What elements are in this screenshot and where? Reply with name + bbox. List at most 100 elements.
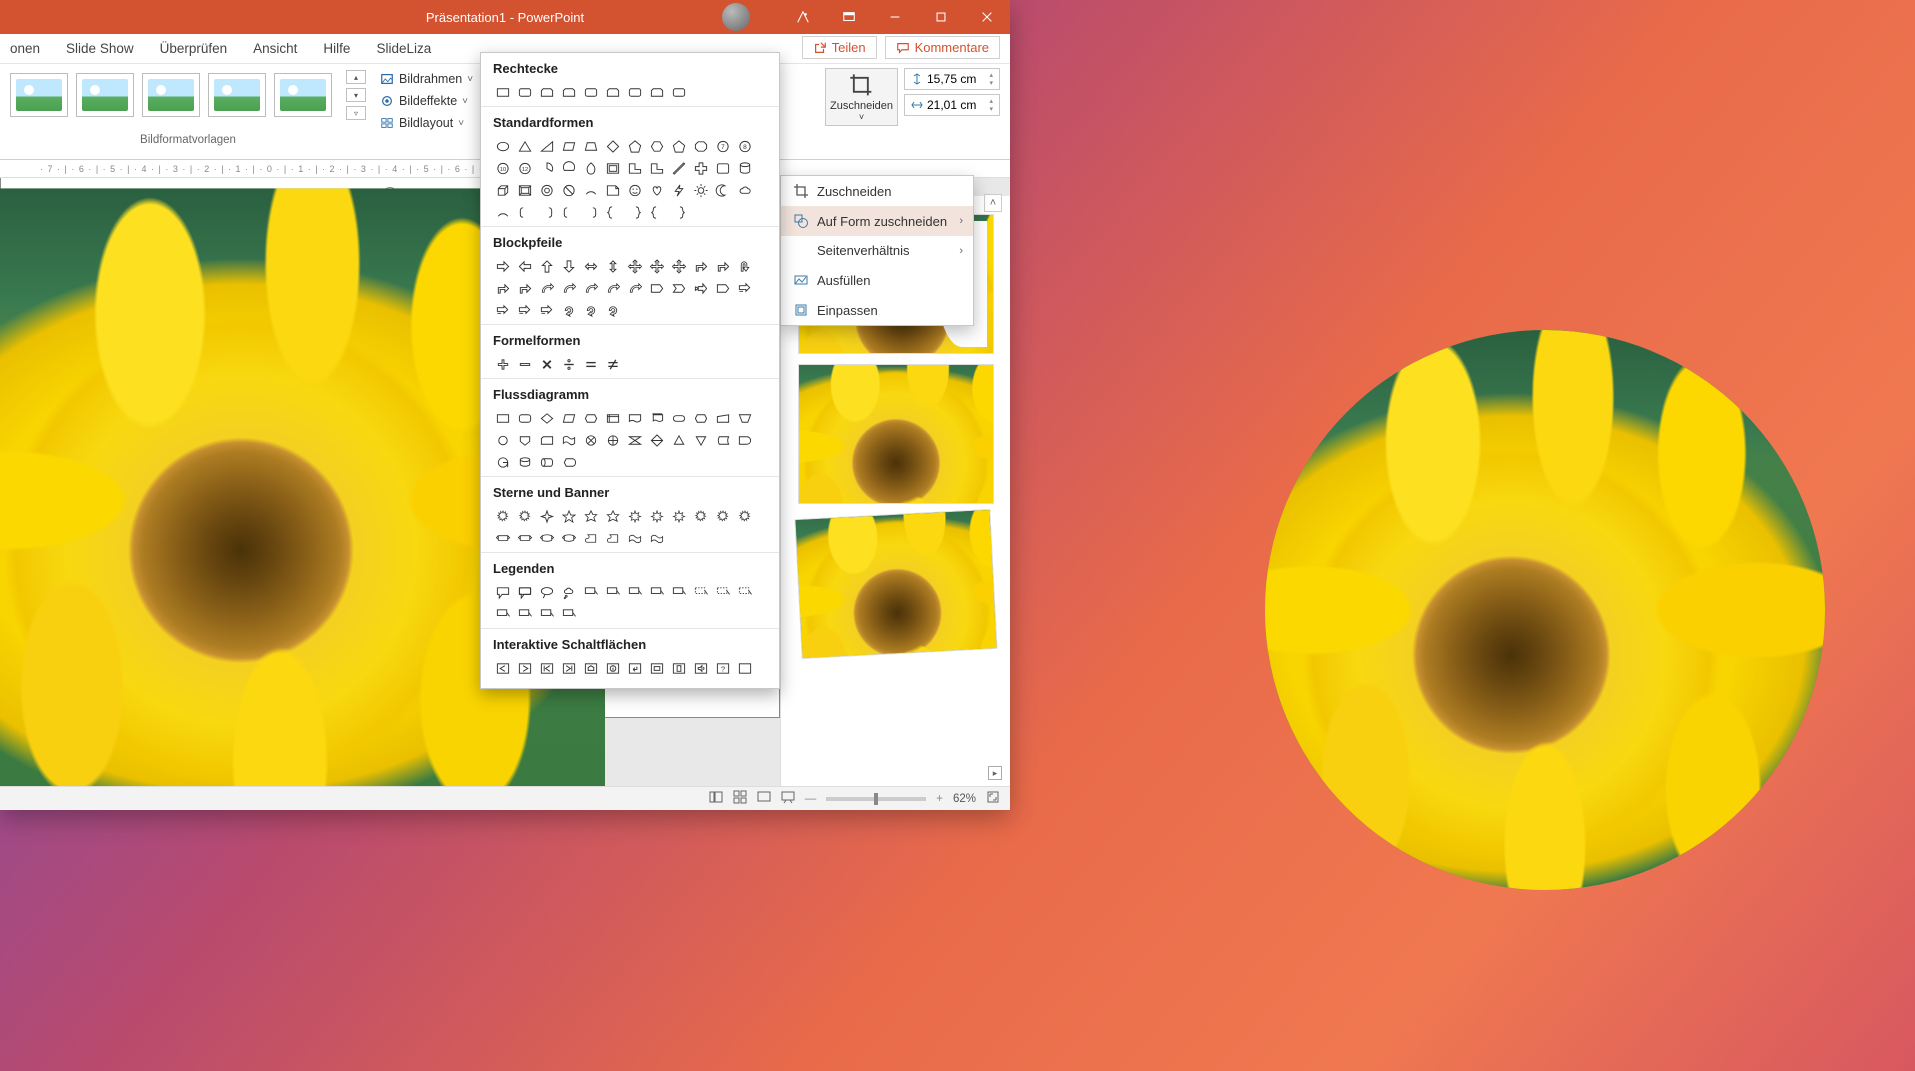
user-avatar[interactable]	[722, 3, 750, 31]
shape-arrBent[interactable]	[713, 256, 733, 276]
shape-arrBent[interactable]	[691, 256, 711, 276]
shape-callRR[interactable]	[515, 582, 535, 602]
shape-fcOr[interactable]	[603, 430, 623, 450]
shape-cross[interactable]	[691, 158, 711, 178]
shape-fcMag[interactable]	[515, 452, 535, 472]
tab-ueberpruefen[interactable]: Überprüfen	[158, 37, 230, 60]
shape-fcDoc[interactable]	[625, 408, 645, 428]
shape-arrPent[interactable]	[713, 278, 733, 298]
crop-button[interactable]: Zuschneiden ˅	[825, 68, 898, 126]
shape-rect[interactable]	[493, 82, 513, 102]
shape-ribbon2[interactable]	[559, 528, 579, 548]
shape-abFwd[interactable]	[515, 658, 535, 678]
bildrahmen-button[interactable]: Bildrahmen ˅	[378, 70, 475, 88]
shape-fcStor[interactable]	[713, 430, 733, 450]
shape-fcColl[interactable]	[625, 430, 645, 450]
shape-arrLR[interactable]	[581, 256, 601, 276]
shape-bevel[interactable]	[515, 180, 535, 200]
shape-callLine[interactable]	[581, 582, 601, 602]
shape-circ7[interactable]: 7	[713, 136, 733, 156]
shape-wave[interactable]	[647, 528, 667, 548]
zoom-slider[interactable]	[826, 797, 926, 801]
shape-wave[interactable]	[625, 528, 645, 548]
styles-more[interactable]: ▿	[346, 106, 366, 120]
shape-callLine[interactable]	[603, 582, 623, 602]
shape-oct[interactable]	[691, 136, 711, 156]
collapse-ribbon-icon[interactable]: ˄	[984, 194, 1002, 212]
coming-soon-icon[interactable]	[780, 0, 826, 34]
shape-callLine2[interactable]	[735, 582, 755, 602]
shape-ribbon2[interactable]	[537, 528, 557, 548]
shape-ribbon[interactable]	[493, 528, 513, 548]
shape-callLine[interactable]	[493, 604, 513, 624]
shape-arrNotch[interactable]	[691, 278, 711, 298]
shape-pent[interactable]	[669, 136, 689, 156]
shape-arrCirc[interactable]	[581, 300, 601, 320]
shape-callCloud[interactable]	[559, 582, 579, 602]
shape-rrect[interactable]	[625, 82, 645, 102]
shape-abSnd[interactable]	[691, 658, 711, 678]
shape-star6[interactable]	[603, 506, 623, 526]
shape-abHelp[interactable]: ?	[713, 658, 733, 678]
shape-fcProc[interactable]	[493, 408, 513, 428]
shape-fcSeq[interactable]	[493, 452, 513, 472]
shape-fcExt[interactable]	[669, 430, 689, 450]
shape-scroll[interactable]	[581, 528, 601, 548]
shape-minus[interactable]	[515, 354, 535, 374]
shape-star4[interactable]	[537, 506, 557, 526]
shape-rrect[interactable]	[515, 82, 535, 102]
shape-fcSum[interactable]	[581, 430, 601, 450]
design-idea-2[interactable]	[798, 364, 994, 504]
shape-bolt[interactable]	[669, 180, 689, 200]
shape-tear[interactable]	[581, 158, 601, 178]
height-field[interactable]: 15,75 cm ▴▾	[904, 68, 1000, 90]
shape-arrCirc[interactable]	[559, 300, 579, 320]
shape-arrCall[interactable]	[735, 278, 755, 298]
shape-arrU[interactable]	[537, 256, 557, 276]
shape-brace[interactable]	[647, 202, 667, 222]
shape-brkt2[interactable]	[537, 202, 557, 222]
shape-arrCurv[interactable]	[581, 278, 601, 298]
styles-row-down[interactable]: ▾	[346, 88, 366, 102]
shape-burst[interactable]	[691, 506, 711, 526]
width-field[interactable]: 21,01 cm ▴▾	[904, 94, 1000, 116]
shape-ribbon[interactable]	[515, 528, 535, 548]
shape-star6[interactable]	[581, 506, 601, 526]
shape-arrD[interactable]	[559, 256, 579, 276]
shape-mult[interactable]	[537, 354, 557, 374]
close-button[interactable]	[964, 0, 1010, 34]
shape-fcOff[interactable]	[515, 430, 535, 450]
comments-button[interactable]: Kommentare	[885, 36, 1000, 59]
bildeffekte-button[interactable]: Bildeffekte ˅	[378, 92, 475, 110]
shape-arr4[interactable]	[647, 256, 667, 276]
shape-star5[interactable]	[559, 506, 579, 526]
tab-slidelizard[interactable]: SlideLiza	[374, 37, 433, 60]
shape-dia[interactable]	[603, 136, 623, 156]
picture-style-2[interactable]	[76, 73, 134, 117]
picture-style-4[interactable]	[208, 73, 266, 117]
shape-arrBent[interactable]	[493, 278, 513, 298]
shape-arr4[interactable]	[625, 256, 645, 276]
shape-burst[interactable]	[713, 506, 733, 526]
tab-ansicht[interactable]: Ansicht	[251, 37, 299, 60]
pane-scroll-right[interactable]: ▸	[988, 766, 1002, 780]
minimize-button[interactable]	[872, 0, 918, 34]
shape-fcTerm[interactable]	[669, 408, 689, 428]
shape-cube[interactable]	[493, 180, 513, 200]
shape-burst[interactable]	[515, 506, 535, 526]
shape-callLine[interactable]	[625, 582, 645, 602]
shape-lshape[interactable]	[647, 158, 667, 178]
crop-menu-ausfuellen[interactable]: Ausfüllen	[781, 265, 973, 295]
bildlayout-button[interactable]: Bildlayout ˅	[378, 114, 475, 132]
shape-oval[interactable]	[493, 136, 513, 156]
tab-hilfe[interactable]: Hilfe	[321, 37, 352, 60]
shape-abBeg[interactable]	[537, 658, 557, 678]
shape-fcSort[interactable]	[647, 430, 667, 450]
crop-menu-einpassen[interactable]: Einpassen	[781, 295, 973, 325]
shape-rrect[interactable]	[669, 82, 689, 102]
shape-arr4[interactable]	[669, 256, 689, 276]
shape-arc[interactable]	[581, 180, 601, 200]
shape-abRet[interactable]	[625, 658, 645, 678]
shape-callLine2[interactable]	[713, 582, 733, 602]
shape-arrCurv[interactable]	[537, 278, 557, 298]
